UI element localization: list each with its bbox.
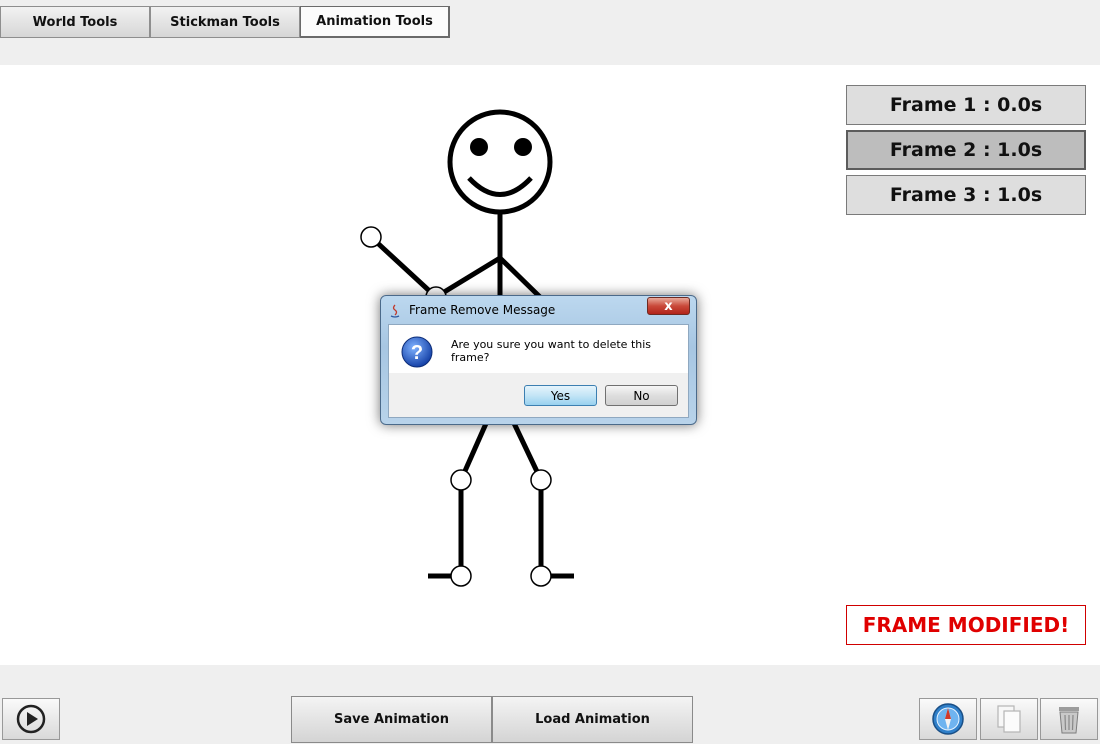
dialog-title: Frame Remove Message bbox=[409, 303, 556, 317]
dialog-message: Are you sure you want to delete this fra… bbox=[451, 338, 652, 364]
question-icon: ? bbox=[401, 336, 433, 368]
save-animation-button[interactable]: Save Animation bbox=[291, 696, 492, 743]
tab-world-tools[interactable]: World Tools bbox=[0, 6, 150, 38]
frame-item-2[interactable]: Frame 2 : 1.0s bbox=[846, 130, 1086, 170]
close-icon: x bbox=[664, 298, 673, 314]
frame-remove-dialog: Frame Remove Message x ? Are you sure yo… bbox=[380, 295, 697, 425]
joint-right-foot bbox=[530, 565, 552, 587]
frame-modified-status: FRAME MODIFIED! bbox=[846, 605, 1086, 645]
trash-button[interactable] bbox=[1040, 698, 1098, 740]
dialog-close-button[interactable]: x bbox=[647, 297, 690, 315]
compass-button[interactable] bbox=[919, 698, 977, 740]
joint-left-foot bbox=[450, 565, 472, 587]
dialog-body: ? Are you sure you want to delete this f… bbox=[388, 324, 689, 418]
joint-left-knee bbox=[450, 469, 472, 491]
frame-item-3[interactable]: Frame 3 : 1.0s bbox=[846, 175, 1086, 215]
stickman-smile bbox=[467, 176, 533, 197]
trash-icon bbox=[1059, 707, 1079, 734]
no-button[interactable]: No bbox=[605, 385, 678, 406]
copy-icon bbox=[997, 705, 1021, 733]
load-animation-button[interactable]: Load Animation bbox=[492, 696, 693, 743]
svg-text:?: ? bbox=[411, 342, 423, 364]
stickman-eye-left bbox=[470, 138, 488, 156]
dialog-message-area: ? Are you sure you want to delete this f… bbox=[389, 325, 688, 373]
joint-left-hand bbox=[360, 226, 382, 248]
java-app-icon bbox=[390, 304, 400, 318]
tool-tabs: World Tools Stickman Tools Animation Too… bbox=[0, 6, 450, 39]
tab-animation-tools[interactable]: Animation Tools bbox=[300, 6, 450, 38]
compass-icon bbox=[932, 703, 964, 735]
stickman-eye-right bbox=[514, 138, 532, 156]
yes-button[interactable]: Yes bbox=[524, 385, 597, 406]
joint-right-knee bbox=[530, 469, 552, 491]
play-button[interactable] bbox=[2, 698, 60, 740]
frame-item-1[interactable]: Frame 1 : 0.0s bbox=[846, 85, 1086, 125]
tab-stickman-tools[interactable]: Stickman Tools bbox=[150, 6, 300, 38]
play-circle-icon bbox=[16, 704, 46, 734]
copy-button[interactable] bbox=[980, 698, 1038, 740]
